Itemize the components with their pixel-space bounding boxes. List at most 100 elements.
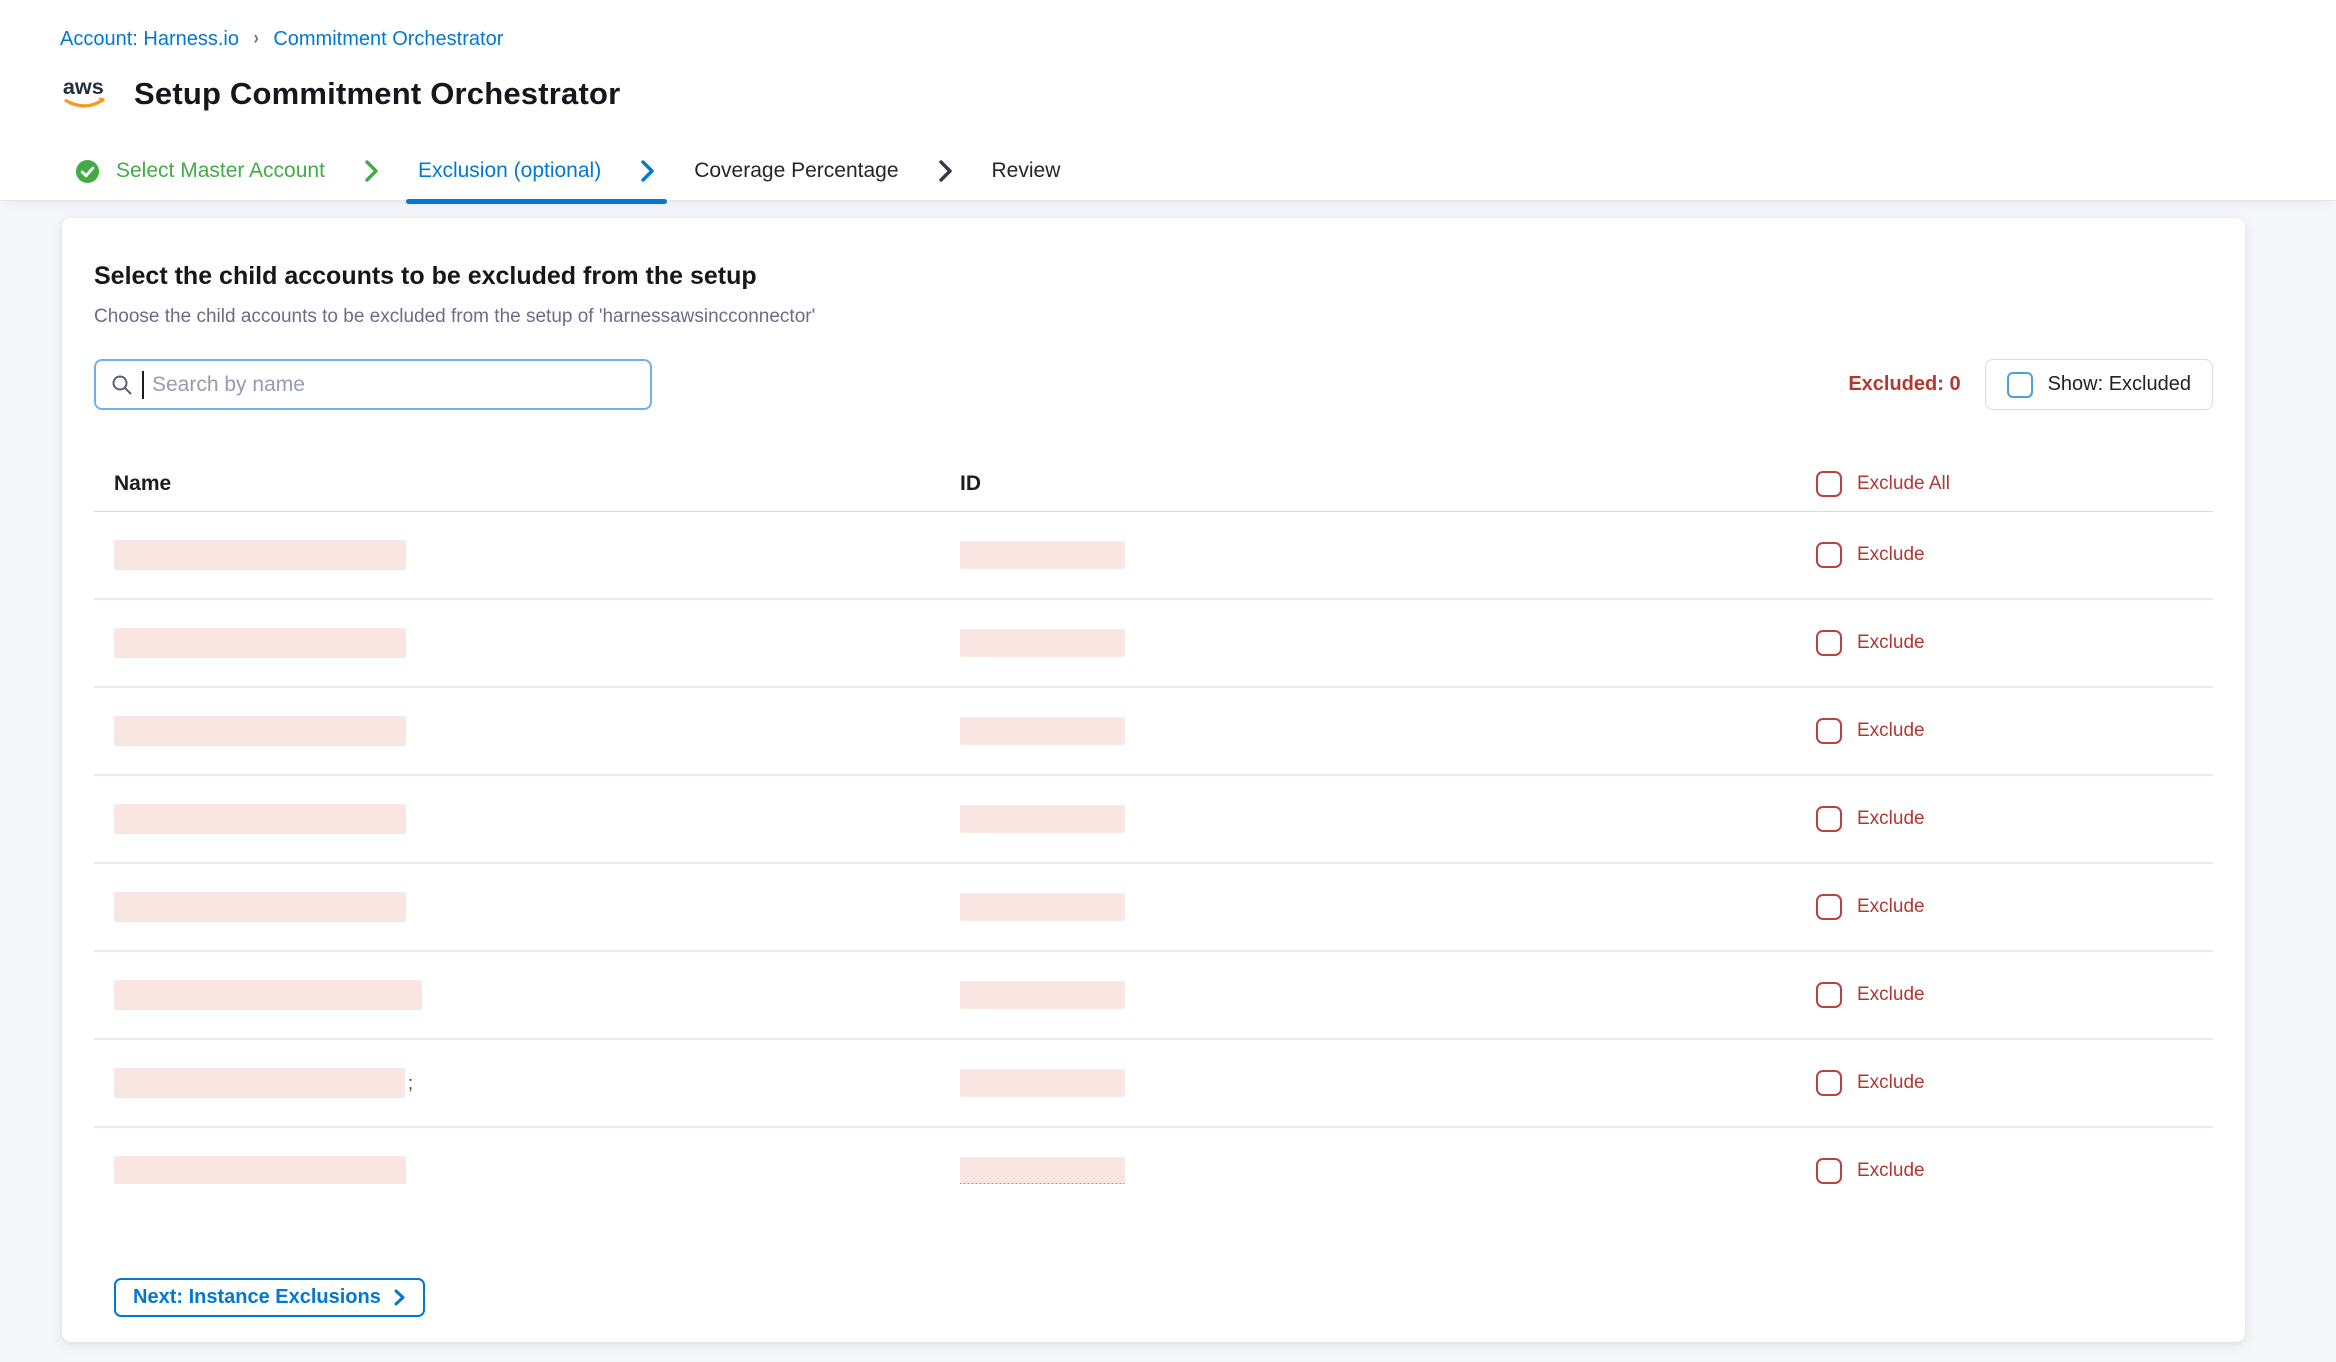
exclude-row-toggle[interactable]: Exclude — [1816, 1158, 2193, 1184]
table-row: Exclude — [94, 1128, 2213, 1184]
redacted-account-id — [960, 981, 1125, 1009]
table-row: Exclude — [94, 864, 2213, 952]
table-header: Name ID Exclude All — [94, 456, 2213, 512]
step-label: Coverage Percentage — [694, 159, 898, 183]
redacted-account-name — [114, 540, 406, 570]
redacted-account-name — [114, 804, 406, 834]
svg-text:aws: aws — [63, 74, 104, 99]
controls-right: Excluded: 0 Show: Excluded — [1848, 359, 2213, 410]
account-name-cell: ; — [114, 1068, 960, 1098]
list-controls: Search by name Excluded: 0 Show: Exclude… — [94, 359, 2213, 410]
table-row: Exclude — [94, 776, 2213, 864]
redacted-account-name — [114, 1156, 406, 1184]
child-accounts-table: Name ID Exclude All — [94, 456, 2213, 1184]
redacted-account-id — [960, 1157, 1125, 1184]
exclude-row-toggle[interactable]: Exclude — [1816, 1070, 2193, 1096]
exclude-all-toggle[interactable]: Exclude All — [1816, 471, 2193, 497]
exclude-label: Exclude — [1857, 896, 1925, 918]
search-placeholder: Search by name — [152, 373, 305, 397]
next-button-label: Next: Instance Exclusions — [133, 1286, 381, 1309]
show-excluded-label: Show: Excluded — [2048, 373, 2191, 396]
breadcrumb-account-link[interactable]: Account: Harness.io — [60, 28, 239, 51]
account-id-cell — [960, 805, 1816, 833]
redacted-account-id — [960, 629, 1125, 657]
exclude-row-toggle[interactable]: Exclude — [1816, 894, 2193, 920]
exclude-checkbox[interactable] — [1816, 630, 1842, 656]
step-label: Select Master Account — [116, 159, 325, 183]
table-row: Exclude — [94, 600, 2213, 688]
breadcrumb-page-link[interactable]: Commitment Orchestrator — [273, 28, 503, 51]
exclude-checkbox[interactable] — [1816, 718, 1842, 744]
exclude-row-toggle[interactable]: Exclude — [1816, 982, 2193, 1008]
search-input[interactable]: Search by name — [94, 359, 652, 410]
redacted-account-id — [960, 805, 1125, 833]
exclude-checkbox[interactable] — [1816, 982, 1842, 1008]
table-row: Exclude — [94, 512, 2213, 600]
redacted-account-name — [114, 892, 406, 922]
table-row: Exclude — [94, 688, 2213, 776]
account-name-cell — [114, 980, 960, 1010]
page-header: Account: Harness.io › Commitment Orchest… — [0, 0, 2336, 200]
exclude-checkbox[interactable] — [1816, 1070, 1842, 1096]
show-excluded-toggle[interactable]: Show: Excluded — [1985, 359, 2213, 410]
account-id-cell — [960, 1157, 1816, 1184]
step-chevron-icon — [937, 160, 954, 182]
page-title: Setup Commitment Orchestrator — [134, 76, 620, 112]
exclude-all-checkbox[interactable] — [1816, 471, 1842, 497]
exclusion-panel: Select the child accounts to be excluded… — [62, 218, 2245, 1342]
account-id-cell — [960, 541, 1816, 569]
exclude-row-toggle[interactable]: Exclude — [1816, 542, 2193, 568]
account-id-cell — [960, 893, 1816, 921]
breadcrumb-chevron-icon: › — [254, 28, 259, 50]
table-row: ; Exclude — [94, 1040, 2213, 1128]
step-exclusion-optional[interactable]: Exclusion (optional) — [418, 159, 601, 183]
next-instance-exclusions-button[interactable]: Next: Instance Exclusions — [114, 1278, 425, 1317]
panel-subheading: Choose the child accounts to be excluded… — [94, 306, 2213, 328]
search-icon — [110, 373, 134, 397]
step-review[interactable]: Review — [992, 159, 1061, 183]
step-chevron-icon — [639, 160, 656, 182]
step-select-master-account[interactable]: Select Master Account — [75, 159, 325, 184]
commitment-orchestrator-page: Account: Harness.io › Commitment Orchest… — [0, 0, 2336, 1362]
redacted-account-name — [114, 628, 406, 658]
account-id-cell — [960, 717, 1816, 745]
account-name-cell — [114, 540, 960, 570]
step-coverage-percentage[interactable]: Coverage Percentage — [694, 159, 898, 183]
account-id-cell — [960, 1069, 1816, 1097]
account-name-suffix: ; — [408, 1073, 413, 1094]
account-name-cell — [114, 716, 960, 746]
exclude-checkbox[interactable] — [1816, 542, 1842, 568]
redacted-account-id — [960, 1069, 1125, 1097]
step-label: Review — [992, 159, 1061, 183]
excluded-count-badge: Excluded: 0 — [1848, 373, 1960, 396]
account-id-cell — [960, 629, 1816, 657]
show-excluded-checkbox[interactable] — [2007, 372, 2033, 398]
redacted-account-id — [960, 717, 1125, 745]
aws-logo-icon: aws — [62, 72, 112, 116]
step-complete-check-icon — [75, 159, 100, 184]
exclude-all-label: Exclude All — [1857, 473, 1950, 495]
table-rows: Exclude Exclude — [94, 512, 2213, 1184]
redacted-account-name — [114, 980, 422, 1010]
account-id-cell — [960, 981, 1816, 1009]
redacted-account-id — [960, 893, 1125, 921]
exclude-checkbox[interactable] — [1816, 894, 1842, 920]
column-header-name: Name — [114, 472, 960, 496]
step-label: Exclusion (optional) — [418, 159, 601, 183]
chevron-right-icon — [393, 1289, 406, 1306]
exclude-label: Exclude — [1857, 1072, 1925, 1094]
exclude-row-toggle[interactable]: Exclude — [1816, 630, 2193, 656]
exclude-label: Exclude — [1857, 1160, 1925, 1182]
exclude-label: Exclude — [1857, 808, 1925, 830]
exclude-label: Exclude — [1857, 720, 1925, 742]
panel-heading: Select the child accounts to be excluded… — [94, 262, 2213, 291]
breadcrumb: Account: Harness.io › Commitment Orchest… — [0, 24, 2336, 54]
redacted-account-name — [114, 716, 406, 746]
account-name-cell — [114, 892, 960, 922]
text-cursor — [142, 371, 144, 399]
title-bar: aws Setup Commitment Orchestrator — [0, 68, 2336, 120]
exclude-checkbox[interactable] — [1816, 806, 1842, 832]
exclude-row-toggle[interactable]: Exclude — [1816, 718, 2193, 744]
exclude-row-toggle[interactable]: Exclude — [1816, 806, 2193, 832]
exclude-checkbox[interactable] — [1816, 1158, 1842, 1184]
